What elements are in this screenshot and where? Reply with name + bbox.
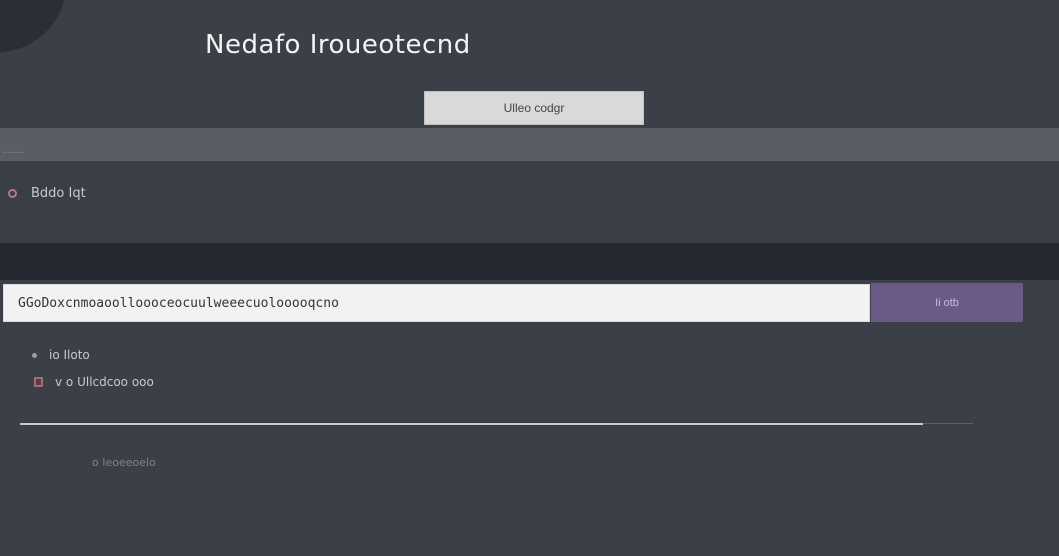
item-row-area: Bddo Iqt: [0, 161, 1059, 243]
page-title: Nedafo Iroueotecnd: [205, 30, 471, 60]
primary-action-button[interactable]: Ulleo codgr: [424, 91, 644, 125]
command-input[interactable]: [3, 284, 870, 322]
meta-line-1: io Iloto: [32, 348, 90, 362]
separator-band: [0, 243, 1059, 280]
section-header-label: ........: [2, 146, 25, 156]
list-item[interactable]: Bddo Iqt: [8, 186, 86, 201]
meta-line-2: v o Ullcdcoo ooo: [34, 375, 154, 389]
divider: [20, 423, 923, 425]
send-button[interactable]: Ii otb: [871, 283, 1023, 322]
footer-text: o Ieoeeoelo: [92, 456, 156, 469]
section-header-band: ........: [0, 128, 1059, 161]
square-icon: [34, 377, 43, 387]
meta-line-2-text: v o Ullcdcoo ooo: [55, 375, 154, 389]
list-item-label: Bddo Iqt: [31, 186, 86, 201]
divider-tail: [923, 423, 973, 424]
corner-decoration: [0, 0, 76, 58]
circle-icon: [8, 189, 17, 198]
dot-icon: [32, 352, 37, 358]
app-window: Nedafo Iroueotecnd Ulleo codgr ........ …: [0, 0, 1059, 556]
meta-line-1-text: io Iloto: [49, 348, 90, 362]
